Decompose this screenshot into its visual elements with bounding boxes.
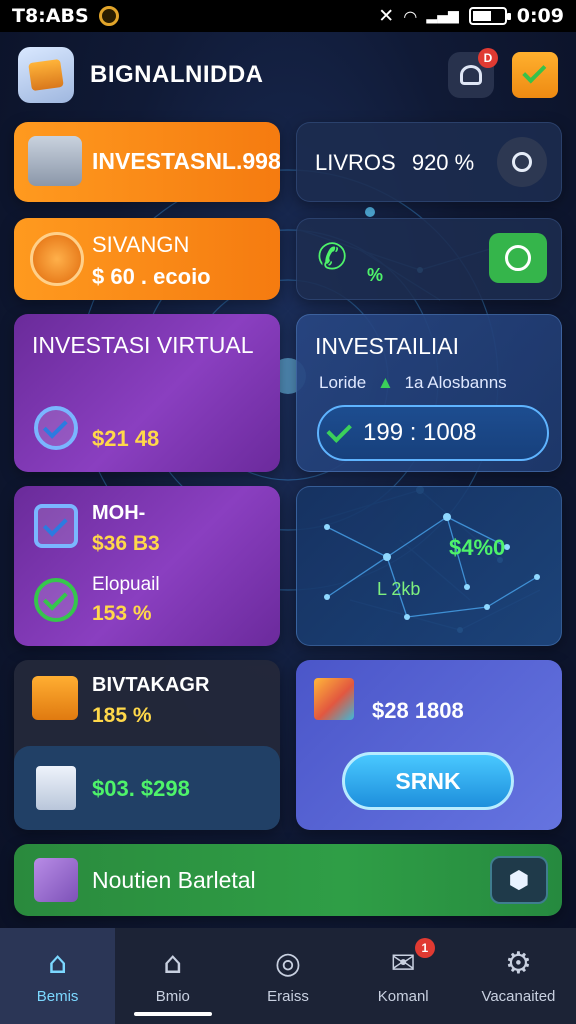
network-value-1: $4%0 [449,535,506,560]
compass-icon [30,232,84,286]
nav-item-settings[interactable]: ⚙ Vacanaited [461,928,576,1024]
banner-text: Noutien Barletal [92,867,256,893]
check-circle-green-icon [34,578,78,622]
status-time-right: 0:09 [516,5,564,27]
safe-icon [28,136,82,186]
portfolio-value-1: $36 B3 [92,532,160,555]
app-logo[interactable] [18,47,74,103]
target-icon [512,152,532,172]
status-sub-left: Loride [319,373,367,392]
rate-row: LIVROS 920 % [315,150,474,176]
confirm-button[interactable] [512,52,558,98]
portfolio-card[interactable]: MOH- $36 B3 Elopuail 153 % [14,486,280,646]
mail-icon: ✉ [390,945,416,981]
check-circle-icon [34,406,78,450]
card-1-text: INVESTASNL.998 [92,148,280,174]
status-sub-right: 1a Alosbanns [404,373,507,392]
signal-icon: ▂▄▆ [426,8,459,24]
stack-value: 185 % [92,704,152,727]
rate-value: 920 % [411,150,475,175]
rate-label: LIVROS [315,150,396,175]
bell-icon [460,65,482,85]
stack-card[interactable]: BIVTAKAGR 185 % $03. $298 [14,660,280,830]
virtual-investment-title: INVESTASI VIRTUAL [32,332,254,358]
call-value: % [367,265,384,285]
status-time-left: T8:ABS [12,5,89,27]
investment-value-pill[interactable]: 199 : 1008 [317,405,549,461]
nav-item-mail[interactable]: ✉ 1 Komanl [346,928,461,1024]
banner-action-button[interactable]: ⬢ [490,856,548,904]
nav-item-badge[interactable]: ◎ Eraiss [230,928,345,1024]
home-indicator [134,1012,212,1016]
wifi-icon: ◠ [404,6,417,26]
checkmark-icon [522,59,547,84]
notification-button[interactable]: D [448,48,498,98]
mail-badge: 1 [414,938,435,958]
stack-title: BIVTAKAGR [92,674,210,696]
home-icon: ⌂ [48,945,68,981]
network-value-2: L 2kb [377,579,421,599]
phone-icon: ✆ [317,237,348,278]
investment-status-title: INVESTAILIAI [315,333,460,359]
coin-icon [98,6,119,26]
box-icon [34,858,78,902]
nav-label: Bemis [36,987,79,1005]
nav-label: Bmio [155,987,190,1005]
mute-icon: ✕ [378,5,395,27]
amount-subcard[interactable]: $03. $298 [14,746,280,830]
treasure-icon [28,58,64,92]
nav-item-house[interactable]: ⌂ Bmio [115,928,230,1024]
portfolio-label-2: Elopuail [92,574,160,595]
growth-icon [326,417,352,443]
nav-label: Komanl [377,987,429,1005]
app-title: BIGNALNIDDA [90,61,264,88]
app-header: BIGNALNIDDA D [0,32,576,118]
gear-icon: ⚙ [504,945,532,981]
amount-value: $03. $298 [92,776,190,801]
rate-action-button[interactable] [497,137,547,187]
house-icon: ⌂ [163,945,183,981]
nav-label: Vacanaited [481,987,556,1005]
cube-icon [314,678,354,720]
virtual-investment-card[interactable]: INVESTASI VIRTUAL $21 48 [14,314,280,472]
network-card[interactable]: $4%0 L 2kb [296,486,562,646]
send-card[interactable]: $28 1808 SRNK [296,660,562,830]
badge-icon: ◎ [274,945,302,981]
status-bar: T8:ABS ✕ ◠ ▂▄▆ 0:09 [0,0,576,32]
chat-button[interactable] [489,233,547,283]
hexagon-icon: ⬢ [508,866,530,894]
savings-title: SIVANGN [92,232,190,257]
portfolio-value-2: 153 % [92,602,152,625]
network-graph [324,513,540,620]
pill-value-text: 199 : 1008 [363,419,477,446]
rate-card[interactable]: LIVROS 920 % [296,122,562,202]
send-card-value: $28 1808 [372,698,464,723]
bottom-navigation: ⌂ Bemis ⌂ Bmio ◎ Eraiss ✉ 1 Komanl ⚙ Vac… [0,928,576,1024]
nav-label: Eraiss [267,987,309,1005]
savings-value: $ 60 . ecoio [92,264,211,289]
savings-card[interactable]: SIVANGN $ 60 . ecoio [14,218,280,300]
document-icon [36,766,76,810]
bottom-banner[interactable]: Noutien Barletal ⬢ [14,844,562,916]
check-box-icon [34,504,78,548]
nav-item-home[interactable]: ⌂ Bemis [0,928,116,1024]
portfolio-title: MOH- [92,502,146,524]
crate-icon [32,676,78,720]
call-card[interactable]: ✆ % [296,218,562,300]
investment-status-sub: Loride ▲ 1a Alosbanns [319,373,507,393]
investment-status-card[interactable]: INVESTAILIAI Loride ▲ 1a Alosbanns 199 :… [296,314,562,472]
chat-icon [505,245,531,271]
send-button[interactable]: SRNK [342,752,514,810]
investment-card-1[interactable]: INVESTASNL.998 [14,122,280,202]
virtual-investment-value: $21 48 [92,426,160,451]
notification-badge: D [478,48,498,68]
battery-icon [468,7,511,25]
arrow-up-icon: ▲ [377,373,394,392]
